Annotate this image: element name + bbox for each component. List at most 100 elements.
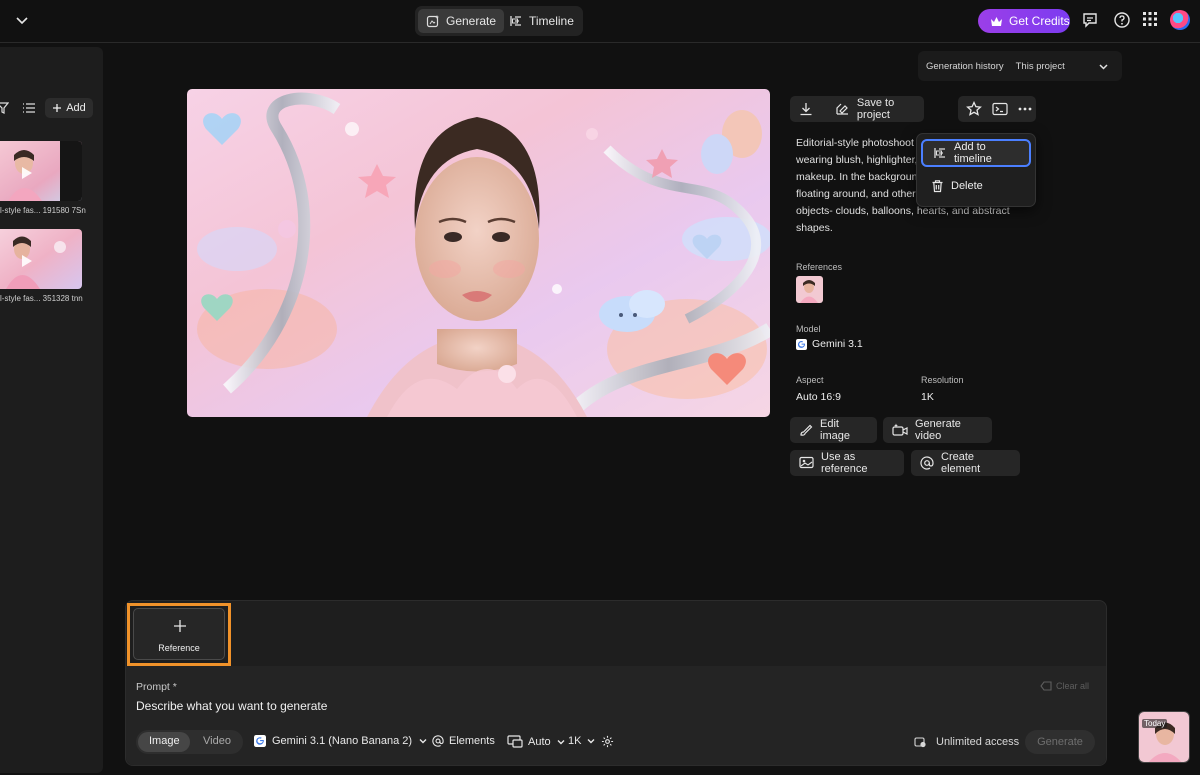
mode-image-option[interactable]: Image [149, 735, 180, 747]
mode-tab-group: Generate Timeline [415, 6, 583, 36]
aspect-label: Aspect [796, 375, 824, 385]
add-reference-button[interactable]: Reference [133, 608, 225, 660]
add-asset-button[interactable]: Add [45, 98, 93, 118]
clear-all-button[interactable]: Clear all [1040, 681, 1089, 691]
help-icon[interactable] [1113, 11, 1131, 29]
model-value-text: Gemini 3.1 [812, 338, 863, 350]
unlimited-access-label: Unlimited access [936, 736, 1020, 748]
plus-icon [173, 619, 187, 633]
chevron-down-icon [586, 736, 596, 746]
menu-item-add-to-timeline[interactable]: Add to timeline [921, 139, 1031, 167]
aspect-selector[interactable]: Auto [507, 735, 566, 748]
at-sign-icon [432, 735, 444, 747]
get-credits-label: Get Credits [1009, 14, 1070, 28]
crown-icon [990, 16, 1003, 27]
model-selector[interactable]: Gemini 3.1 (Nano Banana 2) [254, 735, 428, 747]
trash-icon [931, 179, 944, 193]
aspect-selector-label: Auto [528, 735, 551, 748]
elements-button[interactable]: Elements [432, 735, 495, 747]
save-to-project-button[interactable]: Save to project [790, 96, 924, 122]
google-icon [254, 735, 266, 747]
chevron-down-icon[interactable] [14, 12, 30, 28]
save-to-project-label: Save to project [856, 97, 895, 121]
description-line: shapes. [796, 222, 833, 234]
resolution-selector-label: 1K [568, 735, 582, 747]
resolution-value: 1K [921, 391, 934, 403]
add-asset-label: Add [66, 102, 86, 114]
user-avatar[interactable] [1170, 10, 1190, 30]
download-icon [799, 102, 813, 116]
generate-video-button[interactable]: Generate video [883, 417, 992, 443]
prompt-terminal-icon[interactable] [992, 102, 1008, 116]
timeline-icon [933, 146, 947, 160]
apps-grid-icon[interactable] [1142, 11, 1158, 27]
google-icon [796, 338, 807, 350]
generated-image[interactable] [187, 89, 770, 417]
prompt-placeholder[interactable]: Describe what you want to generate [136, 699, 327, 713]
get-credits-button[interactable]: Get Credits [978, 9, 1070, 33]
clear-all-label: Clear all [1056, 681, 1090, 691]
edit-image-button[interactable]: Edit image [790, 417, 877, 443]
timeline-icon [509, 14, 523, 28]
references-label: References [796, 262, 843, 272]
model-value: Gemini 3.1 [796, 338, 863, 350]
generation-history-label: Generation history [926, 60, 1004, 72]
video-sparkle-icon [892, 423, 908, 437]
mode-video-option[interactable]: Video [203, 735, 231, 747]
model-selector-label: Gemini 3.1 (Nano Banana 2) [272, 735, 413, 747]
edit-image-label: Edit image [820, 418, 850, 442]
delete-label: Delete [951, 180, 983, 192]
generate-button-label: Generate [1037, 736, 1083, 748]
chevron-down-icon [1098, 61, 1109, 72]
at-sign-icon [920, 456, 934, 470]
chat-icon[interactable] [1081, 11, 1099, 29]
asset-thumbnail-1[interactable] [0, 141, 82, 201]
unlimited-access-indicator: Unlimited access [914, 736, 1019, 748]
generate-icon [426, 14, 440, 28]
edit-brush-icon [799, 423, 813, 437]
asset-caption-2: l-style fas... 351328 tnn [0, 294, 83, 303]
reference-thumbnail[interactable] [796, 276, 823, 303]
tab-generate-label: Generate [446, 14, 497, 28]
use-as-reference-label: Use as reference [821, 451, 868, 475]
more-options-icon[interactable] [1018, 107, 1032, 111]
save-project-icon [835, 102, 850, 116]
generate-button[interactable]: Generate [1025, 730, 1095, 754]
generate-video-label: Generate video [915, 418, 961, 442]
aspect-ratio-icon [507, 735, 523, 748]
prompt-label: Prompt * [136, 681, 177, 693]
use-as-reference-button[interactable]: Use as reference [790, 450, 904, 476]
resolution-selector[interactable]: 1K [568, 735, 596, 747]
plus-icon [52, 103, 62, 113]
create-element-label: Create element [941, 451, 981, 475]
recent-generation-thumbnail[interactable]: Today [1138, 711, 1190, 763]
tab-timeline-label: Timeline [529, 14, 574, 28]
chevron-down-icon [556, 737, 566, 747]
aspect-value: Auto 16:9 [796, 391, 841, 403]
image-actions-toolbar [958, 96, 1036, 122]
tab-timeline[interactable]: Timeline [501, 9, 582, 33]
image-reference-icon [799, 456, 814, 470]
generation-history-selector[interactable]: Generation history This project [918, 51, 1122, 81]
settings-gear-icon[interactable] [601, 735, 614, 748]
unlimited-access-icon [914, 736, 926, 748]
today-badge: Today [1142, 719, 1168, 728]
menu-item-delete[interactable]: Delete [921, 172, 1031, 200]
add-to-timeline-label: Add to timeline [954, 141, 992, 165]
media-type-toggle: Image Video [136, 730, 243, 754]
create-element-button[interactable]: Create element [911, 450, 1020, 476]
prompt-input-area[interactable] [126, 666, 1106, 765]
elements-label: Elements [449, 735, 495, 747]
model-label: Model [796, 324, 821, 334]
more-options-menu: Add to timeline Delete [916, 133, 1036, 207]
star-icon[interactable] [966, 101, 982, 117]
resolution-label: Resolution [921, 375, 964, 385]
history-scope-value: This project [1015, 60, 1065, 72]
clear-icon [1040, 681, 1052, 691]
filter-icon[interactable] [0, 102, 9, 114]
asset-caption-1: l-style fas... 191580 7Sn [0, 206, 86, 215]
tab-generate[interactable]: Generate [418, 9, 505, 33]
asset-thumbnail-2[interactable] [0, 229, 82, 289]
reference-label: Reference [158, 643, 200, 653]
list-view-icon[interactable] [22, 102, 36, 114]
